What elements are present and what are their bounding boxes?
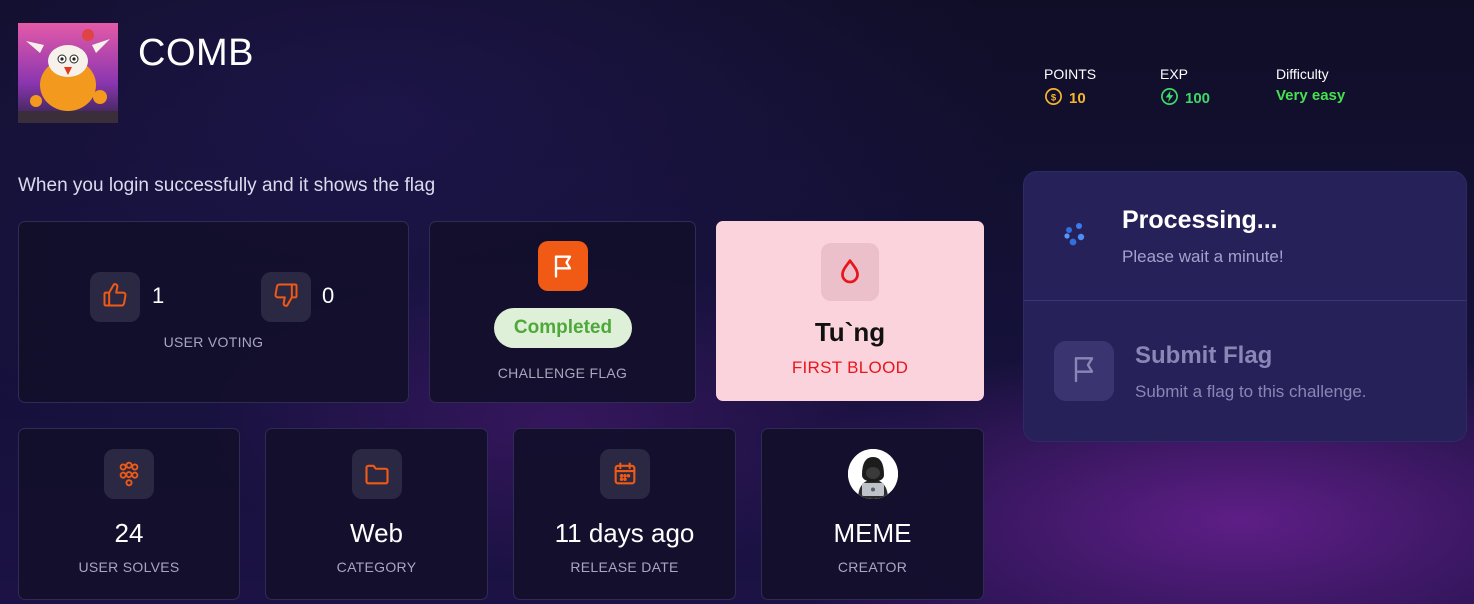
- challenge-description: When you login successfully and it shows…: [18, 175, 436, 196]
- creator-value: MEME: [833, 518, 912, 548]
- submit-flag-subtitle: Submit a flag to this challenge.: [1135, 382, 1367, 401]
- avatar: [848, 449, 898, 499]
- submit-flag-button[interactable]: [1054, 341, 1114, 401]
- voting-caption: USER VOTING: [163, 334, 264, 350]
- bolt-icon: [1160, 87, 1179, 110]
- points-label: POINTS: [1044, 66, 1097, 82]
- processing-subtitle: Please wait a minute!: [1122, 247, 1284, 266]
- first-blood-user[interactable]: Tu`ng: [717, 317, 983, 348]
- challenge-image: [18, 23, 118, 123]
- solves-caption: USER SOLVES: [78, 559, 180, 575]
- folder-icon: [352, 449, 402, 499]
- submit-flag-title[interactable]: Submit Flag: [1135, 342, 1272, 370]
- first-blood-caption: FIRST BLOOD: [791, 358, 909, 377]
- challenge-page: COMB POINTS $ 10 EXP 100 Difficulty Very…: [0, 0, 1474, 604]
- thumbs-down-icon: [272, 281, 300, 314]
- exp-label: EXP: [1160, 66, 1189, 82]
- release-caption: RELEASE DATE: [570, 559, 679, 575]
- difficulty-label: Difficulty: [1276, 66, 1329, 82]
- drop-icon: [821, 243, 879, 301]
- difficulty-stat: Difficulty Very easy: [1276, 66, 1345, 104]
- spinner-icon: [1060, 220, 1092, 257]
- panel-divider: [1024, 300, 1466, 301]
- first-blood-card: Tu`ng FIRST BLOOD: [716, 221, 984, 401]
- points-value: 10: [1069, 90, 1086, 107]
- challenge-flag-card: Completed CHALLENGE FLAG: [429, 221, 696, 403]
- points-stat: POINTS $ 10: [1044, 66, 1096, 110]
- users-icon: [104, 449, 154, 499]
- user-voting-card: 1 0 USER VOTING: [18, 221, 409, 403]
- thumbs-up-icon: [101, 281, 129, 314]
- creator-caption: CREATOR: [837, 559, 908, 575]
- upvote-count: 1: [152, 283, 165, 308]
- difficulty-value: Very easy: [1276, 87, 1346, 104]
- svg-text:$: $: [1051, 92, 1057, 103]
- user-solves-card[interactable]: 24 USER SOLVES: [18, 428, 240, 600]
- flag-caption: CHALLENGE FLAG: [497, 365, 628, 381]
- calendar-icon: [600, 449, 650, 499]
- category-card: Web CATEGORY: [265, 428, 488, 600]
- challenge-title: COMB: [138, 32, 254, 74]
- creator-card[interactable]: MEME CREATOR: [761, 428, 984, 600]
- exp-value: 100: [1185, 90, 1211, 107]
- downvote-button[interactable]: [261, 272, 311, 322]
- flag-outline-icon: [1068, 353, 1100, 390]
- flag-icon: [538, 241, 588, 291]
- processing-title: Processing...: [1122, 206, 1278, 234]
- status-badge: Completed: [494, 308, 632, 348]
- coin-icon: $: [1044, 87, 1063, 110]
- exp-stat: EXP 100: [1160, 66, 1210, 110]
- category-caption: CATEGORY: [336, 559, 417, 575]
- release-date-card: 11 days ago RELEASE DATE: [513, 428, 736, 600]
- downvote-count: 0: [322, 283, 335, 308]
- upvote-button[interactable]: [90, 272, 140, 322]
- release-value: 11 days ago: [554, 518, 695, 548]
- category-value: Web: [350, 518, 403, 548]
- flag-panel: Processing... Please wait a minute! Subm…: [1023, 171, 1467, 442]
- solves-value: 24: [114, 518, 144, 548]
